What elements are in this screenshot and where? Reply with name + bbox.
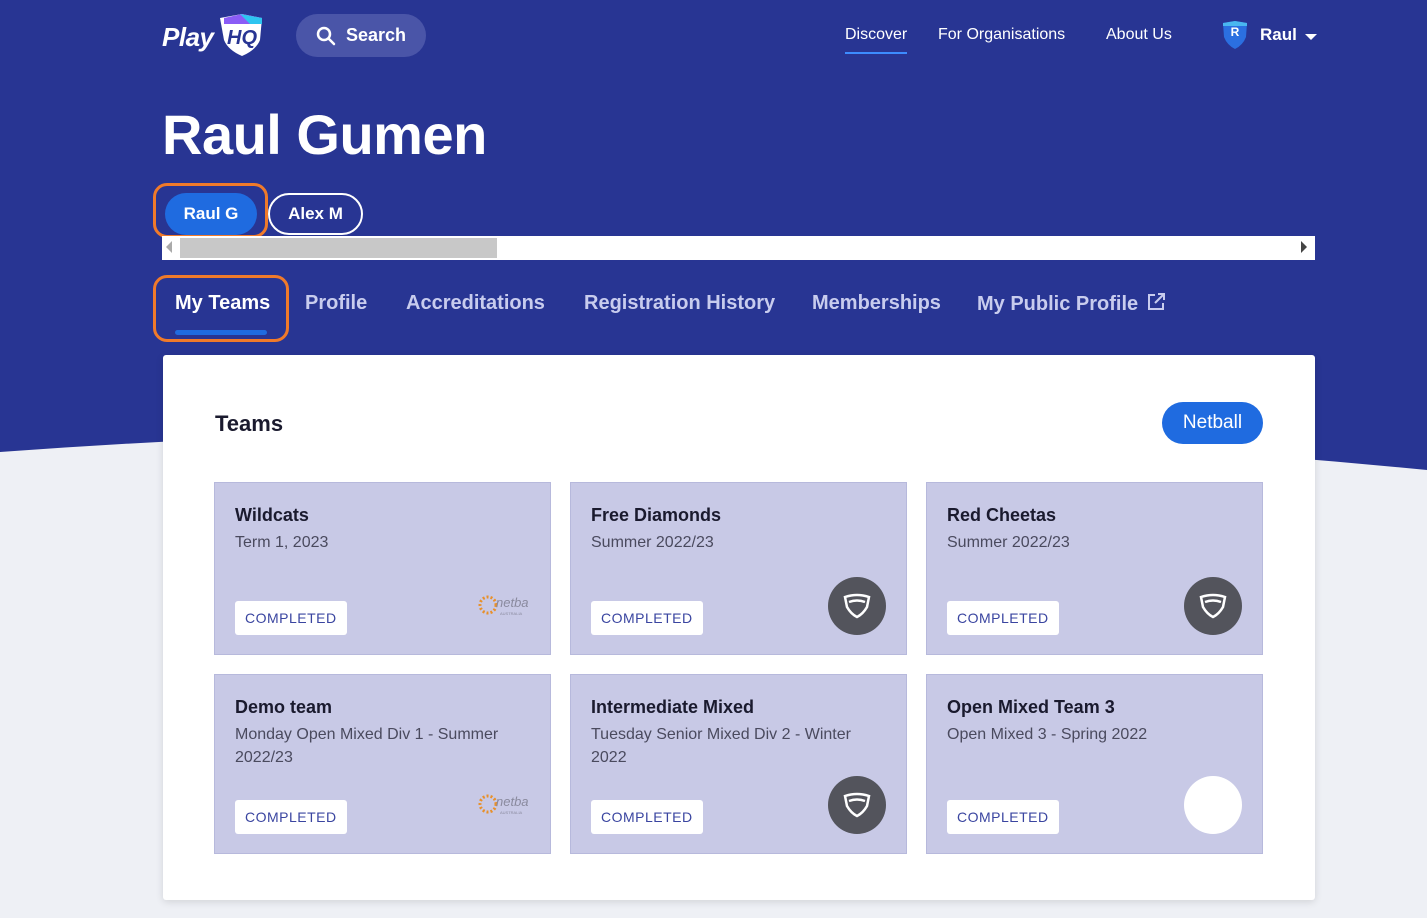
- team-name: Intermediate Mixed: [591, 697, 755, 717]
- user-avatar: R: [1220, 20, 1250, 50]
- tab-memberships[interactable]: Memberships: [812, 292, 941, 315]
- svg-text:netball: netball: [496, 794, 528, 809]
- tab-profile[interactable]: Profile: [305, 292, 367, 315]
- tab-accreditations[interactable]: Accreditations: [406, 292, 545, 315]
- scroll-thumb[interactable]: [180, 238, 497, 258]
- team-card-free-diamonds[interactable]: Free Diamonds Summer 2022/23 COMPLETED: [570, 482, 907, 655]
- tab-registration-history[interactable]: Registration History: [584, 292, 775, 315]
- tab-my-public-profile-label: My Public Profile: [977, 293, 1139, 315]
- team-name: Demo team: [235, 697, 333, 717]
- team-season: Monday Open Mixed Div 1 - Summer 2022/23: [235, 726, 499, 766]
- team-card-demo-team[interactable]: Demo team Monday Open Mixed Div 1 - Summ…: [214, 674, 551, 854]
- team-season: Open Mixed 3 - Spring 2022: [947, 726, 1148, 743]
- status-badge: COMPLETED: [591, 800, 703, 834]
- team-season: Summer 2022/23: [947, 534, 1070, 551]
- user-name: Raul: [1260, 25, 1297, 44]
- team-name: Open Mixed Team 3: [947, 697, 1115, 717]
- horizontal-scrollbar[interactable]: [162, 236, 1315, 260]
- team-logo: [1184, 577, 1242, 635]
- svg-text:AUSTRALIA: AUSTRALIA: [500, 810, 523, 815]
- profile-chip-alex-m[interactable]: Alex M: [268, 193, 363, 235]
- netball-logo: netballAUSTRALIA: [478, 587, 535, 623]
- logo-shield-icon: HQ: [220, 14, 262, 56]
- team-name: Red Cheetas: [947, 505, 1057, 525]
- scroll-left-arrow-icon[interactable]: [166, 241, 172, 253]
- team-name: Wildcats: [235, 505, 309, 525]
- playhq-logo[interactable]: Play HQ: [162, 12, 266, 58]
- team-card-red-cheetas[interactable]: Red Cheetas Summer 2022/23 COMPLETED: [926, 482, 1263, 655]
- top-navigation-bar: Play HQ Search Discover For Organisation…: [0, 0, 1427, 72]
- sport-filter-button[interactable]: Netball: [1162, 402, 1263, 444]
- status-badge: COMPLETED: [591, 601, 703, 635]
- external-link-icon: [1148, 293, 1166, 310]
- tab-my-public-profile[interactable]: My Public Profile: [977, 292, 1166, 316]
- svg-text:AUSTRALIA: AUSTRALIA: [500, 611, 523, 616]
- team-card-open-mixed-team-3[interactable]: Open Mixed Team 3 Open Mixed 3 - Spring …: [926, 674, 1263, 854]
- team-season: Summer 2022/23: [591, 534, 714, 551]
- user-initial: R: [1230, 25, 1240, 39]
- nav-about-us[interactable]: About Us: [1106, 26, 1172, 44]
- active-tab-indicator: [175, 330, 267, 335]
- shield-icon: [1199, 593, 1227, 619]
- profile-chip-raul-g[interactable]: Raul G: [165, 193, 257, 235]
- team-season: Tuesday Senior Mixed Div 2 - Winter 2022: [591, 726, 851, 766]
- status-badge: COMPLETED: [235, 601, 347, 635]
- user-menu[interactable]: R Raul: [1220, 20, 1317, 50]
- team-logo: [828, 776, 886, 834]
- team-card-wildcats[interactable]: Wildcats Term 1, 2023 COMPLETED netballA…: [214, 482, 551, 655]
- svg-text:netball: netball: [496, 595, 528, 610]
- netball-logo: netballAUSTRALIA: [478, 786, 535, 822]
- team-card-intermediate-mixed[interactable]: Intermediate Mixed Tuesday Senior Mixed …: [570, 674, 907, 854]
- status-badge: COMPLETED: [947, 601, 1059, 635]
- status-badge: COMPLETED: [947, 800, 1059, 834]
- page-title: Raul Gumen: [162, 103, 487, 166]
- teams-panel: Teams Netball Wildcats Term 1, 2023 COMP…: [163, 355, 1315, 900]
- team-name: Free Diamonds: [591, 505, 722, 525]
- logo-mark: HQ: [227, 27, 257, 49]
- shield-icon: [843, 792, 871, 818]
- teams-heading: Teams: [215, 411, 284, 436]
- team-season: Term 1, 2023: [235, 534, 329, 551]
- tab-my-teams[interactable]: My Teams: [175, 292, 270, 315]
- scroll-right-arrow-icon[interactable]: [1301, 241, 1307, 253]
- logo-text: Play: [162, 22, 214, 52]
- shield-icon: [843, 593, 871, 619]
- search-label: Search: [346, 25, 407, 45]
- nav-for-organisations[interactable]: For Organisations: [938, 26, 1065, 44]
- nav-discover[interactable]: Discover: [845, 26, 908, 54]
- search-button[interactable]: Search: [296, 14, 426, 57]
- chevron-down-icon: [1304, 33, 1317, 40]
- blank-logo: [1184, 776, 1242, 834]
- search-icon: [316, 26, 336, 45]
- status-badge: COMPLETED: [235, 800, 347, 834]
- team-logo: [828, 577, 886, 635]
